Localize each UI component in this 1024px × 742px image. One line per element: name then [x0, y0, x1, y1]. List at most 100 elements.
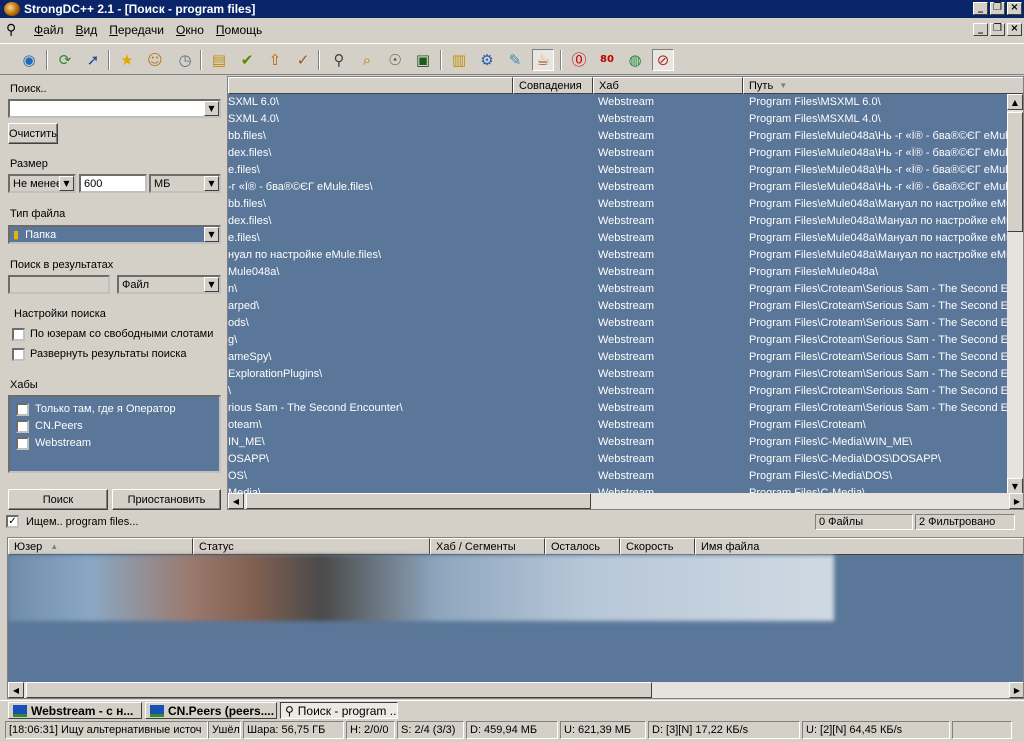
mdi-minimize-button[interactable]: _ — [973, 23, 988, 36]
web-icon[interactable]: ◍ — [624, 49, 646, 71]
hub-item-cnpeers[interactable]: CN.Peers — [16, 418, 83, 434]
column-header-path[interactable]: Путь ▼ — [743, 77, 1023, 94]
table-row[interactable]: ods\ Webstream Program Files\Croteam\Serio… — [228, 315, 1023, 332]
scroll-right-icon[interactable]: ▶ — [1009, 682, 1023, 698]
menu-help[interactable]: Помощь — [210, 23, 268, 37]
table-row[interactable]: e.files\ Webstream Program Files\eMule048a… — [228, 230, 1023, 247]
table-row[interactable]: нуал по настройке eMule.files\ Webstream P… — [228, 247, 1023, 264]
column-header-matches[interactable]: Совпадения — [513, 77, 593, 94]
hub-webstream-checkbox[interactable]: ✓ — [16, 436, 29, 450]
column-header-hub-segments[interactable]: Хаб / Сегменты — [430, 538, 545, 555]
expand-results-checkbox[interactable] — [12, 348, 25, 361]
tab-cnpeers[interactable]: CN.Peers (peers.... — [145, 702, 277, 719]
hub-operator-checkbox[interactable] — [16, 402, 29, 416]
table-row[interactable]: bb.files\ Webstream Program Files\eMule048… — [228, 196, 1023, 213]
search-button[interactable]: Поиск — [8, 489, 108, 510]
hub-cnpeers-checkbox[interactable] — [16, 419, 29, 433]
queue-icon[interactable]: ▤ — [208, 49, 230, 71]
minimize-button[interactable]: _ — [973, 2, 988, 15]
column-header-status[interactable]: Статус — [193, 538, 430, 555]
results-list[interactable]: Совпадения Хаб Путь ▼ SXML 6.0\ Webstream… — [227, 76, 1024, 510]
follow-redirect-icon[interactable]: ➚ — [82, 49, 104, 71]
table-row[interactable]: OSAPP\ Webstream Program Files\C-Media\DOS… — [228, 451, 1023, 468]
size-mode-select[interactable]: Не менее ▼ — [8, 174, 76, 193]
table-row[interactable]: ameSpy\ Webstream Program Files\Croteam\Se… — [228, 349, 1023, 366]
hscroll-thumb[interactable] — [246, 493, 591, 509]
tab-search[interactable]: ⚲ Поиск - program ... — [280, 702, 398, 719]
disconnect-icon[interactable]: ⊘ — [652, 49, 674, 71]
limiter-icon[interactable]: ⓪ — [568, 49, 590, 71]
scroll-down-icon[interactable]: ▼ — [1007, 478, 1023, 494]
table-row[interactable]: dex.files\ Webstream Program Files\eMule04… — [228, 213, 1023, 230]
search-icon[interactable]: ⚲ — [328, 49, 350, 71]
table-row[interactable]: Mule048a\ Webstream Program Files\eMule048… — [228, 264, 1023, 281]
table-row[interactable]: -г «Ї® - бва®©ЄГ eMule.files\ Webstream Pr… — [228, 179, 1023, 196]
recent-hubs-icon[interactable]: ◷ — [174, 49, 196, 71]
chevron-down-icon[interactable]: ▼ — [204, 101, 219, 116]
clear-button[interactable]: Очистить — [8, 123, 58, 144]
favorite-hubs-icon[interactable]: ★ — [116, 49, 138, 71]
chevron-down-icon[interactable]: ▼ — [204, 277, 219, 292]
public-hubs-icon[interactable]: ◉ — [18, 49, 40, 71]
scroll-up-icon[interactable]: ▲ — [1007, 94, 1023, 110]
hub-item-operator[interactable]: Только там, где я Оператор — [16, 401, 176, 417]
mdi-close-button[interactable]: × — [1007, 23, 1022, 36]
notepad-icon[interactable]: ✎ — [504, 49, 526, 71]
table-row[interactable]: n\ Webstream Program Files\Croteam\Serious… — [228, 281, 1023, 298]
table-row[interactable]: rious Sam - The Second Encounter\ Webstre… — [228, 400, 1023, 417]
scroll-right-icon[interactable]: ▶ — [1009, 493, 1023, 509]
table-row[interactable]: dex.files\ Webstream Program Files\eMule04… — [228, 145, 1023, 162]
chevron-down-icon[interactable]: ▼ — [204, 176, 219, 191]
in-results-input[interactable] — [8, 275, 110, 294]
in-results-scope-select[interactable]: Файл ▼ — [117, 275, 221, 294]
transfers-list[interactable]: Юзер ▲ Статус Хаб / Сегменты Осталось Ск… — [7, 537, 1024, 699]
table-row[interactable]: SXML 4.0\ Webstream Program Files\MSXML 4.… — [228, 111, 1023, 128]
away-icon[interactable]: ☕ — [532, 49, 554, 71]
search-status-checkbox[interactable]: ✓ — [6, 515, 19, 528]
hub-item-webstream[interactable]: ✓ Webstream — [16, 435, 91, 451]
chevron-down-icon[interactable]: ▼ — [59, 176, 74, 191]
adl-search-icon[interactable]: ⌕ — [356, 49, 378, 71]
table-row[interactable]: oteam\ Webstream Program Files\Croteam\ — [228, 417, 1023, 434]
settings-icon[interactable]: ⚙ — [476, 49, 498, 71]
finished-downloads-icon[interactable]: ✔ — [236, 49, 258, 71]
size-unit-select[interactable]: МБ ▼ — [149, 174, 221, 193]
table-row[interactable]: arped\ Webstream Program Files\Croteam\Ser… — [228, 298, 1023, 315]
upload-queue-icon[interactable]: ⇧ — [264, 49, 286, 71]
menu-view[interactable]: Вид — [70, 23, 104, 37]
restore-button[interactable]: ❐ — [990, 2, 1005, 15]
transfers-hscroll-thumb[interactable] — [26, 682, 652, 698]
tab-webstream[interactable]: Webstream - с н... — [8, 702, 142, 719]
size-value-input[interactable]: 600 — [79, 174, 147, 193]
search-spy-icon[interactable]: ☉ — [384, 49, 406, 71]
results-vertical-scrollbar[interactable]: ▲ ▼ — [1007, 94, 1023, 494]
results-horizontal-scrollbar[interactable]: ◀ ▶ — [228, 493, 1023, 509]
table-row[interactable]: \ Webstream Program Files\Croteam\Serious … — [228, 383, 1023, 400]
table-row[interactable]: ExplorationPlugins\ Webstream Program File… — [228, 366, 1023, 383]
reconnect-icon[interactable]: ⟳ — [54, 49, 76, 71]
mdi-restore-button[interactable]: ❐ — [990, 23, 1005, 36]
table-row[interactable]: IN_ME\ Webstream Program Files\C-Media\WIN… — [228, 434, 1023, 451]
table-row[interactable]: SXML 6.0\ Webstream Program Files\MSXML 6.… — [228, 94, 1023, 111]
free-slots-checkbox[interactable] — [12, 328, 25, 341]
transfers-horizontal-scrollbar[interactable]: ◀ ▶ — [8, 682, 1023, 698]
column-header-hub[interactable]: Хаб — [593, 77, 743, 94]
scroll-left-icon[interactable]: ◀ — [8, 682, 24, 698]
open-file-list-icon[interactable]: ▥ — [448, 49, 470, 71]
finished-uploads-icon[interactable]: ✓ — [292, 49, 314, 71]
menu-transfers[interactable]: Передачи — [103, 23, 170, 37]
scroll-thumb[interactable] — [1007, 112, 1023, 232]
table-row[interactable]: e.files\ Webstream Program Files\eMule048a… — [228, 162, 1023, 179]
table-row[interactable]: g\ Webstream Program Files\Croteam\Serious… — [228, 332, 1023, 349]
close-button[interactable]: × — [1007, 2, 1022, 15]
filetype-select[interactable]: ▮ Папка ▼ — [8, 225, 221, 244]
column-header-filename[interactable] — [228, 77, 513, 94]
column-header-user[interactable]: Юзер ▲ — [8, 538, 193, 555]
scroll-left-icon[interactable]: ◀ — [228, 493, 244, 509]
column-header-speed[interactable]: Скорость — [620, 538, 695, 555]
table-row[interactable]: OS\ Webstream Program Files\C-Media\DOS\ — [228, 468, 1023, 485]
menu-window[interactable]: Окно — [170, 23, 210, 37]
chevron-down-icon[interactable]: ▼ — [204, 227, 219, 242]
speed-80-icon[interactable]: 80 — [596, 49, 618, 71]
column-header-filename[interactable]: Имя файла — [695, 538, 1023, 555]
